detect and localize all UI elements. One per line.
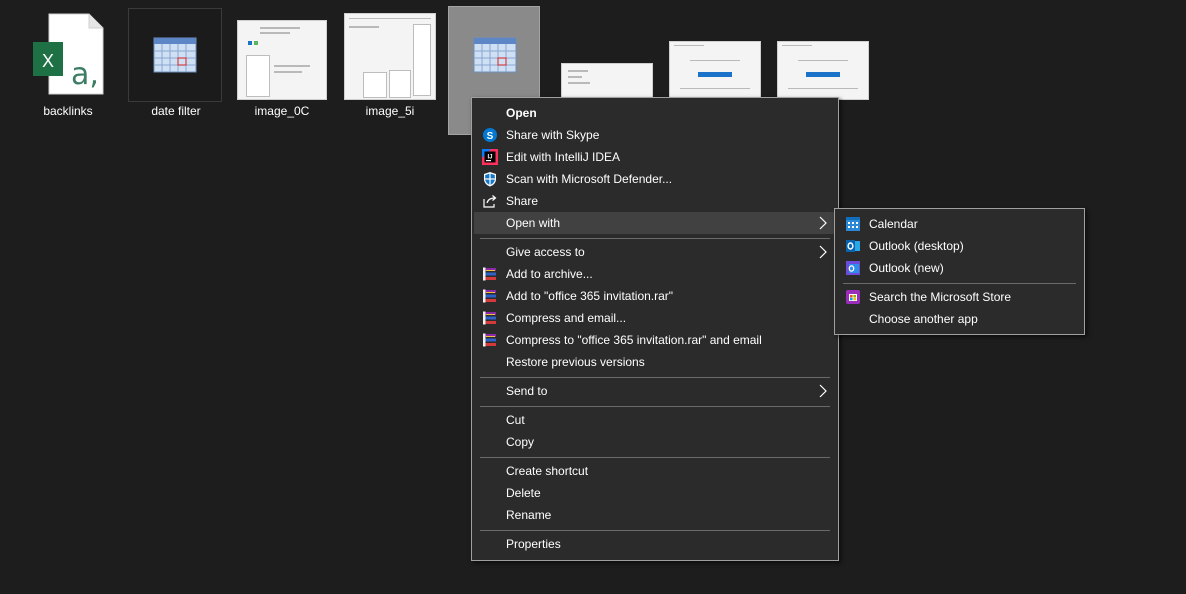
menu-label: Share with Skype xyxy=(506,128,600,142)
menu-compress-and-email[interactable]: Compress and email... xyxy=(474,307,836,329)
menu-label: Properties xyxy=(506,537,561,551)
menu-label: Compress to "office 365 invitation.rar" … xyxy=(506,333,762,347)
menu-separator xyxy=(480,457,830,458)
image-thumbnail xyxy=(344,13,436,100)
menu-label: Open xyxy=(506,106,537,120)
menu-label: Rename xyxy=(506,508,552,522)
defender-shield-icon xyxy=(484,172,496,187)
menu-label: Cut xyxy=(506,413,525,427)
file-label: backlinks xyxy=(43,104,93,118)
menu-label: Search the Microsoft Store xyxy=(869,290,1012,304)
menu-label: Add to "office 365 invitation.rar" xyxy=(506,289,674,303)
menu-add-to-rar[interactable]: Add to "office 365 invitation.rar" xyxy=(474,285,836,307)
menu-label: Add to archive... xyxy=(506,267,593,281)
file-label: image_5i xyxy=(365,104,415,118)
menu-label: Scan with Microsoft Defender... xyxy=(506,172,673,186)
winrar-icon xyxy=(483,333,496,347)
menu-label: Give access to xyxy=(506,245,585,259)
file-image-0c[interactable]: image_0C xyxy=(236,20,328,120)
menu-separator xyxy=(480,377,830,378)
menu-separator xyxy=(480,406,830,407)
file-image-5i[interactable]: image_5i xyxy=(343,13,437,119)
menu-edit-with-intellij[interactable]: IJ Edit with IntelliJ IDEA xyxy=(474,146,836,168)
svg-text:a,: a, xyxy=(71,57,99,92)
image-thumbnail xyxy=(561,63,653,99)
menu-rename[interactable]: Rename xyxy=(474,504,836,526)
chevron-right-icon xyxy=(819,216,827,230)
file-thumbnail-8[interactable] xyxy=(776,41,869,101)
image-thumbnail xyxy=(777,41,869,100)
menu-add-to-archive[interactable]: Add to archive... xyxy=(474,263,836,285)
menu-label: Choose another app xyxy=(869,312,978,326)
intellij-icon: IJ xyxy=(482,149,498,165)
outlook-new-icon xyxy=(846,261,860,275)
menu-label: Copy xyxy=(506,435,535,449)
menu-copy[interactable]: Copy xyxy=(474,431,836,453)
menu-label: Create shortcut xyxy=(506,464,589,478)
image-thumbnail xyxy=(669,41,761,100)
menu-label: Calendar xyxy=(869,217,918,231)
menu-open-with[interactable]: Open with xyxy=(474,212,836,234)
skype-icon: S xyxy=(483,128,497,142)
submenu-outlook-desktop[interactable]: Outlook (desktop) xyxy=(837,235,1082,257)
menu-create-shortcut[interactable]: Create shortcut xyxy=(474,460,836,482)
menu-share[interactable]: Share xyxy=(474,190,836,212)
menu-compress-to-rar-and-email[interactable]: Compress to "office 365 invitation.rar" … xyxy=(474,329,836,351)
menu-label: Edit with IntelliJ IDEA xyxy=(506,150,621,164)
file-backlinks[interactable]: X a, backlinks xyxy=(20,10,116,120)
menu-label: Outlook (new) xyxy=(869,261,944,275)
share-icon xyxy=(483,195,497,208)
menu-restore-previous-versions[interactable]: Restore previous versions xyxy=(474,351,836,373)
file-label: image_0C xyxy=(254,104,310,118)
open-with-submenu: Calendar Outlook (desktop) Outlook (new)… xyxy=(834,208,1085,335)
file-date-filter[interactable]: date filter xyxy=(128,8,224,118)
outlook-icon xyxy=(846,240,860,252)
calendar-file-icon xyxy=(128,8,222,102)
menu-label: Open with xyxy=(506,216,561,230)
menu-send-to[interactable]: Send to xyxy=(474,380,836,402)
menu-separator xyxy=(843,283,1076,284)
menu-scan-with-defender[interactable]: Scan with Microsoft Defender... xyxy=(474,168,836,190)
file-label: date filter xyxy=(151,104,201,118)
menu-label: Delete xyxy=(506,486,541,500)
menu-delete[interactable]: Delete xyxy=(474,482,836,504)
svg-text:IJ: IJ xyxy=(487,155,492,161)
file-thumbnail-7[interactable] xyxy=(668,41,761,101)
menu-label: Share xyxy=(506,194,539,208)
menu-cut[interactable]: Cut xyxy=(474,409,836,431)
calendar-app-icon xyxy=(846,217,860,231)
context-menu: Open S Share with Skype IJ Edit with Int… xyxy=(471,97,839,561)
winrar-icon xyxy=(483,267,496,281)
menu-label: Restore previous versions xyxy=(506,355,645,369)
excel-file-icon: X a, xyxy=(33,13,104,95)
chevron-right-icon xyxy=(819,245,827,259)
menu-give-access-to[interactable]: Give access to xyxy=(474,241,836,263)
menu-label: Compress and email... xyxy=(506,311,627,325)
submenu-outlook-new[interactable]: Outlook (new) xyxy=(837,257,1082,279)
chevron-right-icon xyxy=(819,384,827,398)
menu-label: Send to xyxy=(506,384,548,398)
svg-text:X: X xyxy=(42,51,54,71)
submenu-calendar[interactable]: Calendar xyxy=(837,213,1082,235)
submenu-choose-another-app[interactable]: Choose another app xyxy=(837,308,1082,330)
svg-text:S: S xyxy=(487,131,494,142)
microsoft-store-icon xyxy=(846,290,860,304)
menu-separator xyxy=(480,238,830,239)
menu-label: Outlook (desktop) xyxy=(869,239,964,253)
winrar-icon xyxy=(483,289,496,303)
submenu-search-store[interactable]: Search the Microsoft Store xyxy=(837,286,1082,308)
image-thumbnail xyxy=(237,20,327,100)
winrar-icon xyxy=(483,311,496,325)
menu-separator xyxy=(480,530,830,531)
menu-properties[interactable]: Properties xyxy=(474,533,836,555)
menu-open[interactable]: Open xyxy=(474,102,836,124)
menu-share-with-skype[interactable]: S Share with Skype xyxy=(474,124,836,146)
